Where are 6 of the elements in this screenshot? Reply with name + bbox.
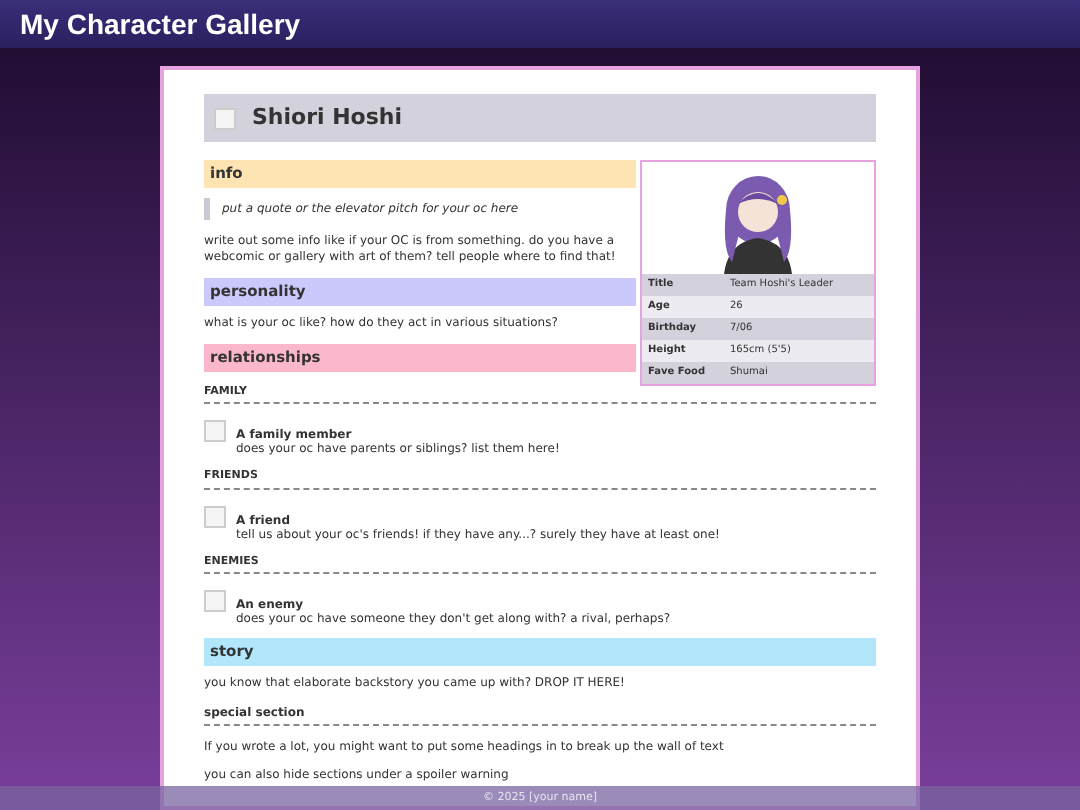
broken-image-icon bbox=[204, 505, 226, 527]
site-title[interactable]: My Character Gallery bbox=[20, 3, 301, 45]
broken-image-icon bbox=[204, 589, 226, 612]
broken-image-icon bbox=[214, 107, 236, 129]
character-name: Shiori Hoshi bbox=[252, 101, 403, 134]
broken-image-icon bbox=[204, 420, 226, 443]
